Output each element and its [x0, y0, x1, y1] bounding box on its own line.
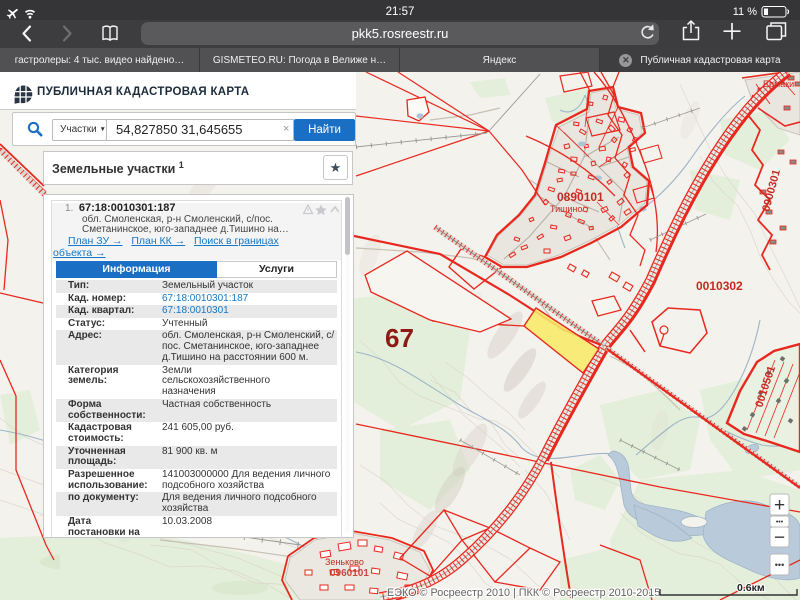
svg-text:+: +: [774, 495, 785, 516]
svg-text:Тишино: Тишино: [550, 204, 582, 214]
svg-text:Зеньково: Зеньково: [325, 557, 364, 567]
svg-text:0.6км: 0.6км: [737, 582, 765, 594]
svg-text:0890101: 0890101: [557, 190, 604, 204]
svg-text:21:57: 21:57: [386, 6, 415, 18]
svg-text:0010302: 0010302: [696, 279, 743, 293]
svg-text:•••: •••: [775, 560, 784, 570]
svg-text:ЕЭКО © Росреестр 2010 | ПКК ©: ЕЭКО © Росреестр 2010 | ПКК © Росреестр …: [387, 587, 660, 599]
svg-text:67: 67: [385, 323, 414, 353]
svg-text:•••: •••: [776, 519, 784, 526]
svg-text:11 %: 11 %: [733, 6, 757, 18]
svg-text:0960101: 0960101: [330, 568, 369, 579]
svg-text:−: −: [774, 528, 785, 549]
svg-text:Ермаки: Ермаки: [763, 79, 794, 89]
